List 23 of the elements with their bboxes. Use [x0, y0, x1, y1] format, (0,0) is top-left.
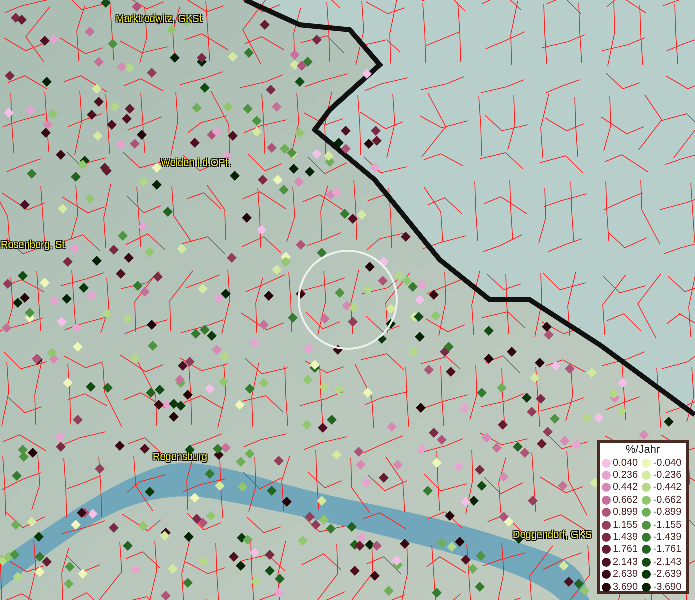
legend-label: 1.155: [613, 520, 638, 531]
legend-label: 2.143: [613, 556, 638, 568]
legend-label: 0.442: [613, 482, 638, 494]
legend-label: -0.442: [653, 482, 682, 494]
legend-label: -1.155: [653, 520, 682, 531]
legend-label: -1.439: [653, 532, 682, 544]
legend-label: -2.143: [653, 556, 682, 568]
legend-label: -2.639: [653, 569, 682, 580]
legend-label: 0.662: [613, 494, 638, 506]
legend-label: 0.899: [613, 507, 638, 518]
legend-label: 1.761: [613, 544, 638, 556]
legend-label: -0.040: [653, 458, 682, 469]
legend-label: 1.439: [613, 532, 638, 544]
legend-label: 0.040: [613, 458, 638, 469]
legend-label: 0.236: [613, 470, 638, 482]
legend-label: -3.690: [653, 582, 682, 593]
legend-title: %/Jahr: [624, 444, 662, 457]
legend-label: 3.690: [613, 582, 638, 593]
legend-label: -0.662: [653, 494, 682, 506]
legend-label: -0.236: [653, 470, 682, 482]
legend-label: -1.761: [653, 544, 682, 556]
legend-label: -0.899: [653, 507, 682, 518]
legend-label: 2.639: [613, 569, 638, 580]
